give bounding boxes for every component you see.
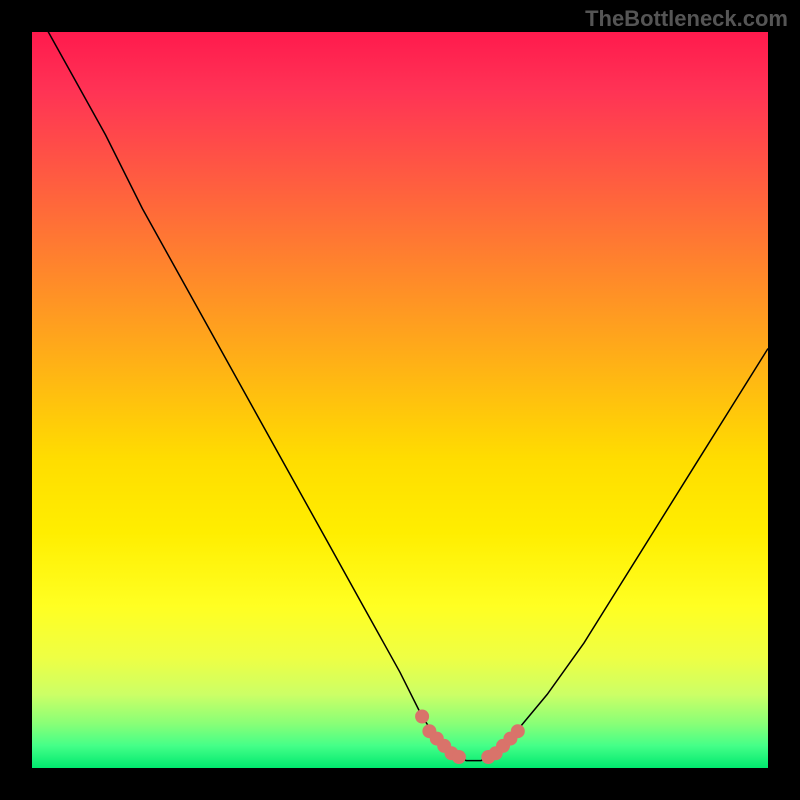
bottleneck-curve (32, 32, 768, 761)
curve-markers (415, 710, 525, 765)
curve-marker (511, 724, 525, 738)
curve-marker (415, 710, 429, 724)
watermark-text: TheBottleneck.com (585, 6, 788, 32)
curve-marker (452, 750, 466, 764)
chart-plot-area (32, 32, 768, 768)
chart-svg (32, 32, 768, 768)
